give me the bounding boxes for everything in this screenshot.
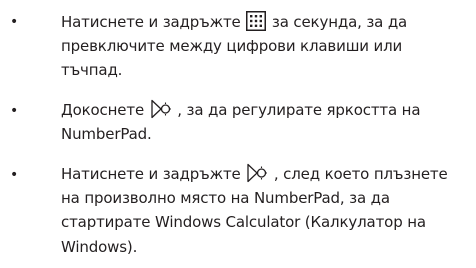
instruction-line: стартирате Windows Calculator (Калкулато… — [61, 213, 426, 232]
instruction-text: Натиснете и задръжте за секунда, за да п… — [61, 10, 473, 83]
brightness-swipe-icon — [150, 99, 172, 119]
instruction-text-end: , след което плъзнете — [273, 165, 448, 183]
bullet: • — [10, 14, 19, 30]
instruction-line: NumberPad. — [61, 125, 152, 144]
instruction-line: Windows). — [61, 237, 138, 256]
instruction-text-end: , за да регулирате яркостта на — [177, 101, 421, 119]
instruction-text-start: Натиснете и задръжте — [61, 13, 241, 31]
instruction-text-end: за секунда, за да — [271, 13, 408, 31]
bullet: • — [10, 103, 19, 119]
instruction-text: Докоснете , за да регулирате яркостта на… — [61, 98, 473, 146]
instruction-text-start: Докоснете — [61, 101, 145, 119]
instruction-line: превключите между цифрови клавиши или — [61, 37, 403, 56]
instruction-list: • Натиснете и задръжте за секунда, за да… — [0, 0, 476, 268]
brightness-swipe-icon — [246, 163, 268, 183]
instruction-line: на произволно място на NumberPad, за да — [61, 189, 390, 208]
keypad-grid-icon — [246, 11, 267, 31]
instruction-text: Натиснете и задръжте , след което плъзне… — [61, 162, 473, 259]
instruction-text-start: Натиснете и задръжте — [61, 165, 241, 183]
bullet: • — [10, 167, 19, 183]
instruction-line: тъчпад. — [61, 61, 123, 80]
